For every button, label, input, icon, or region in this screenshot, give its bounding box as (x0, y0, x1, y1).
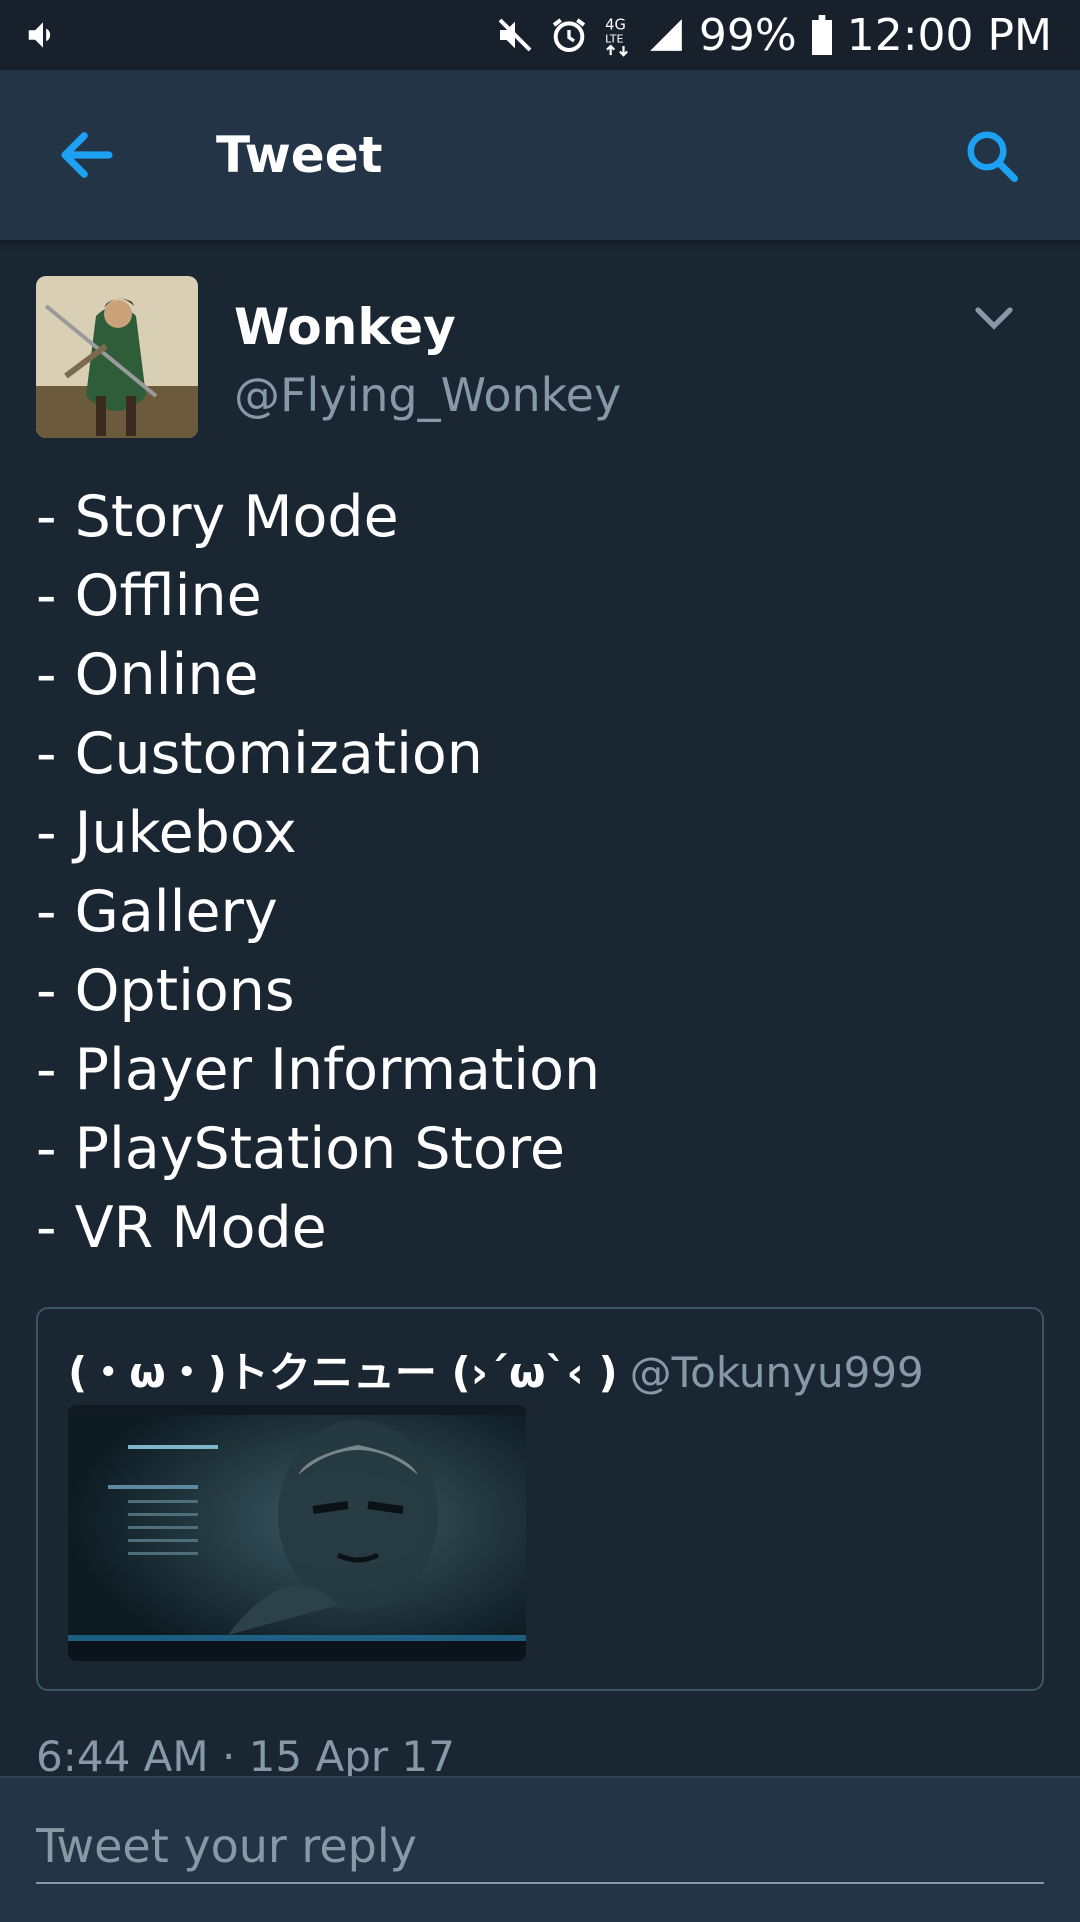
battery-percent: 99% (698, 9, 797, 61)
4g-lte-icon: 4G LTE (605, 17, 628, 57)
tweet-line: - PlayStation Store (36, 1116, 565, 1182)
app-bar: Tweet (0, 70, 1080, 240)
quoted-tweet-header: (・ω・)トクニュー (›´ω`‹ ) @Tokunyu999 (68, 1339, 924, 1400)
mute-icon (498, 18, 532, 52)
volume-icon (28, 22, 51, 48)
tweet-line: - Story Mode (36, 484, 399, 550)
tweet-line: - Jukebox (36, 800, 297, 866)
signal-icon (650, 19, 682, 51)
status-icons: 4G LTE 99% 12:00 PM (495, 10, 1052, 61)
clock: 12:00 PM (846, 9, 1052, 61)
page-title: Tweet (216, 126, 383, 184)
tweet-line: - VR Mode (36, 1195, 327, 1261)
quoted-media-thumbnail[interactable] (68, 1405, 526, 1661)
quoted-author-handle: @Tokunyu999 (629, 1348, 924, 1397)
alarm-icon (552, 18, 586, 53)
tweet-line: - Player Information (36, 1037, 601, 1103)
battery-icon (811, 15, 832, 55)
author-handle[interactable]: @Flying_Wonkey (234, 368, 621, 422)
tweet-line: - Customization (36, 721, 483, 787)
svg-text:4G: 4G (605, 17, 626, 34)
back-arrow-icon[interactable] (54, 122, 120, 188)
quoted-tweet-card[interactable]: (・ω・)トクニュー (›´ω`‹ ) @Tokunyu999 (36, 1307, 1044, 1691)
status-bar: 4G LTE 99% 12:00 PM (0, 0, 1080, 70)
tweet-line: - Options (36, 958, 295, 1024)
tweet-line: - Online (36, 642, 259, 708)
tweet-line: - Offline (36, 563, 262, 629)
avatar[interactable] (36, 276, 198, 438)
chevron-down-icon[interactable] (974, 306, 1014, 334)
search-icon[interactable] (962, 126, 1022, 186)
tweet-line: - Gallery (36, 879, 278, 945)
tweet-text: - Story Mode - Offline - Online - Custom… (36, 478, 600, 1268)
svg-text:LTE: LTE (605, 32, 623, 45)
tweet-timestamp: 6:44 AM · 15 Apr 17 (36, 1732, 455, 1781)
author-name[interactable]: Wonkey (234, 298, 456, 356)
reply-bar (0, 1776, 1080, 1922)
quoted-author-name: (・ω・)トクニュー (›´ω`‹ ) (68, 1348, 618, 1397)
reply-input[interactable] (36, 1810, 1044, 1884)
